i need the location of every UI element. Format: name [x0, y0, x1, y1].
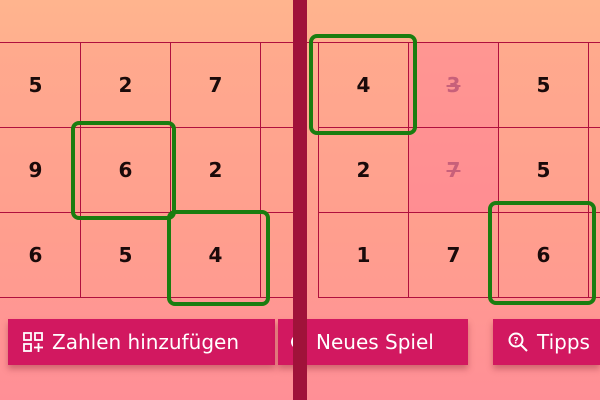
left-cell-r1c0[interactable]: 9 — [0, 127, 81, 213]
left-cell-r0c1[interactable]: 2 — [80, 42, 171, 128]
right-cell-r2c2[interactable]: 6 — [498, 212, 589, 298]
left-cell-r2c1[interactable]: 5 — [80, 212, 171, 298]
right-cell-r1c2[interactable]: 5 — [498, 127, 589, 213]
search-hint-icon: ? — [507, 331, 529, 353]
left-cell-r2c2[interactable]: 4 — [170, 212, 261, 298]
add-numbers-label: Zahlen hinzufügen — [52, 330, 240, 354]
right-cell-r0c3[interactable] — [588, 42, 600, 128]
right-cell-r2c1[interactable]: 7 — [408, 212, 499, 298]
right-cell-r0c2[interactable]: 5 — [498, 42, 589, 128]
new-game-label: Neues Spiel — [316, 330, 434, 354]
right-cell-r1c1[interactable]: 7 — [408, 127, 499, 213]
left-cell-r2c0[interactable]: 6 — [0, 212, 81, 298]
left-cell-r1c2[interactable]: 2 — [170, 127, 261, 213]
hint-button[interactable]: ? Tipps — [493, 319, 600, 365]
hint-label: Tipps — [537, 330, 590, 354]
add-grid-icon — [22, 331, 44, 353]
right-cell-r2c3[interactable] — [588, 212, 600, 298]
right-cell-r2c0[interactable]: 1 — [318, 212, 409, 298]
right-cell-r1c3[interactable] — [588, 127, 600, 213]
svg-text:?: ? — [513, 337, 518, 347]
add-numbers-button[interactable]: Zahlen hinzufügen — [8, 319, 275, 365]
right-cell-r0c1[interactable]: 3 — [408, 42, 499, 128]
left-cell-r0c0[interactable]: 5 — [0, 42, 81, 128]
right-cell-r0c0[interactable]: 4 — [318, 42, 409, 128]
board-divider-overlay — [293, 0, 307, 400]
right-cell-r1c0[interactable]: 2 — [318, 127, 409, 213]
left-cell-r1c1[interactable]: 6 — [80, 127, 171, 213]
left-cell-r0c2[interactable]: 7 — [170, 42, 261, 128]
